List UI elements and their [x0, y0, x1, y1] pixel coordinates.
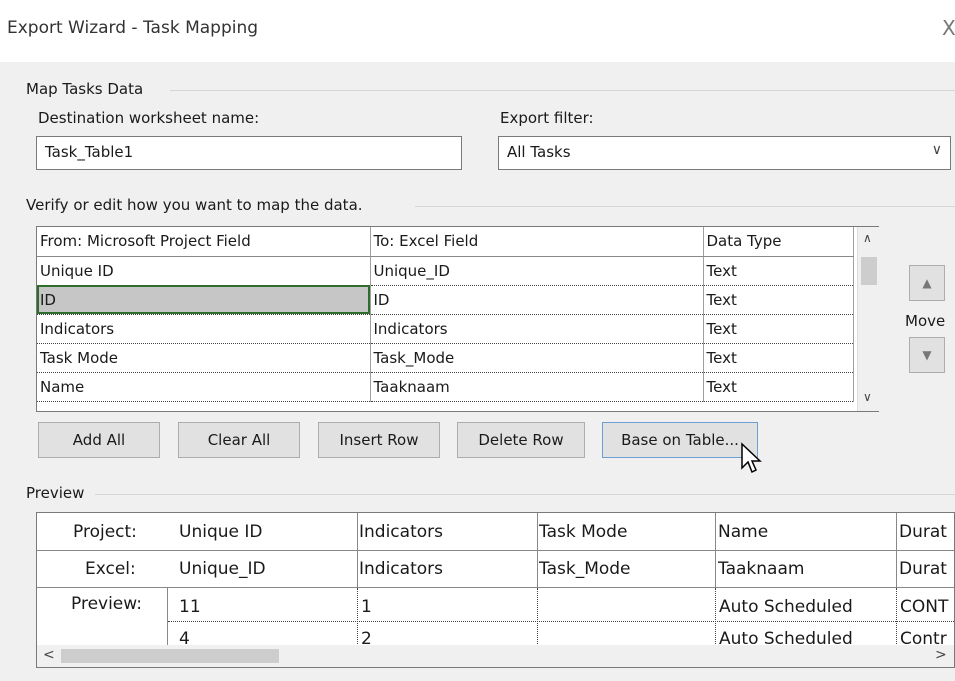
mapping-vertical-scrollbar[interactable]: ∧ ∨ — [857, 227, 880, 411]
preview-project-cell: Name — [718, 522, 769, 542]
preview-horizontal-scrollbar[interactable]: < > — [37, 645, 954, 667]
to-field-cell[interactable]: Task_Mode — [370, 343, 704, 373]
move-down-button[interactable]: ▼ — [909, 337, 945, 373]
window-title: Export Wizard - Task Mapping — [7, 18, 259, 38]
table-row[interactable]: Name Taaknaam Text — [37, 372, 854, 402]
preview-excel-cell: Unique_ID — [179, 559, 266, 579]
from-field-cell[interactable]: Indicators — [37, 314, 371, 344]
grid-line — [168, 621, 954, 622]
to-field-cell[interactable]: Indicators — [370, 314, 704, 344]
preview-excel-cell: Durat — [899, 559, 947, 579]
group-divider — [415, 206, 955, 207]
insert-row-button[interactable]: Insert Row — [318, 422, 440, 458]
data-type-cell[interactable]: Text — [703, 343, 854, 373]
close-icon[interactable]: X — [942, 16, 955, 40]
from-field-cell[interactable]: Name — [37, 372, 371, 402]
to-field-cell[interactable]: Taaknaam — [370, 372, 704, 402]
to-field-cell[interactable]: Unique_ID — [370, 256, 704, 286]
clear-all-button[interactable]: Clear All — [178, 422, 300, 458]
preview-data-cell: 1 — [361, 597, 372, 617]
mouse-pointer-icon — [741, 442, 762, 474]
from-field-cell[interactable]: Task Mode — [37, 343, 371, 373]
destination-label: Destination worksheet name: — [38, 109, 260, 127]
to-field-cell[interactable]: ID — [370, 285, 704, 315]
preview-project-cell: Unique ID — [179, 522, 263, 542]
table-row[interactable]: Unique ID Unique_ID Text — [37, 256, 854, 286]
group-divider — [95, 494, 955, 495]
scroll-down-icon[interactable]: ∨ — [863, 390, 872, 404]
add-all-button[interactable]: Add All — [38, 422, 160, 458]
chevron-down-icon: ∨ — [931, 142, 942, 158]
delete-row-button[interactable]: Delete Row — [457, 422, 585, 458]
excel-row-label: Excel: — [85, 559, 136, 579]
preview-excel-cell: Indicators — [359, 559, 443, 579]
table-row[interactable]: ID ID Text — [37, 285, 854, 315]
scroll-up-icon[interactable]: ∧ — [863, 231, 872, 245]
preview-data-cell: 11 — [179, 597, 201, 617]
map-tasks-group-label: Map Tasks Data — [26, 80, 144, 98]
export-filter-value: All Tasks — [507, 143, 571, 161]
from-field-cell-selected[interactable]: ID — [37, 285, 371, 315]
header-to-field[interactable]: To: Excel Field — [370, 227, 704, 257]
move-up-button[interactable]: ▲ — [909, 265, 945, 301]
mapping-header-row: From: Microsoft Project Field To: Excel … — [37, 227, 854, 257]
data-type-cell[interactable]: Text — [703, 256, 854, 286]
preview-data-cell: Auto Scheduled — [719, 597, 853, 617]
mapping-grid[interactable]: From: Microsoft Project Field To: Excel … — [36, 226, 880, 412]
triangle-down-icon: ▼ — [922, 348, 932, 362]
destination-worksheet-input[interactable]: Task_Table1 — [36, 136, 462, 170]
group-divider — [170, 90, 955, 91]
preview-group-label: Preview — [26, 484, 85, 502]
table-row[interactable]: Task Mode Task_Mode Text — [37, 343, 854, 373]
export-filter-label: Export filter: — [500, 109, 594, 127]
verify-label: Verify or edit how you want to map the d… — [26, 196, 363, 214]
data-type-cell[interactable]: Text — [703, 372, 854, 402]
scroll-thumb[interactable] — [861, 257, 877, 285]
preview-project-cell: Durat — [899, 522, 947, 542]
from-field-cell[interactable]: Unique ID — [37, 256, 371, 286]
grid-line — [37, 550, 954, 551]
table-row[interactable]: Indicators Indicators Text — [37, 314, 854, 344]
data-type-cell[interactable]: Text — [703, 314, 854, 344]
preview-project-cell: Indicators — [359, 522, 443, 542]
move-label: Move — [905, 312, 946, 330]
preview-data-cell: CONT — [900, 597, 949, 617]
data-type-cell[interactable]: Text — [703, 285, 854, 315]
triangle-up-icon: ▲ — [922, 276, 932, 290]
scroll-left-icon[interactable]: < — [43, 647, 55, 663]
preview-project-cell: Task Mode — [539, 522, 628, 542]
header-data-type[interactable]: Data Type — [703, 227, 854, 257]
scroll-thumb[interactable] — [61, 649, 279, 663]
preview-excel-cell: Task_Mode — [539, 559, 631, 579]
header-from-field[interactable]: From: Microsoft Project Field — [37, 227, 371, 257]
base-on-table-button[interactable]: Base on Table... — [602, 422, 758, 458]
preview-row-label: Preview: — [71, 594, 142, 614]
project-row-label: Project: — [73, 522, 137, 542]
export-filter-select[interactable]: All Tasks ∨ — [498, 136, 951, 170]
preview-excel-cell: Taaknaam — [718, 559, 805, 579]
grid-line — [37, 587, 954, 588]
scroll-right-icon[interactable]: > — [935, 647, 947, 663]
preview-grid[interactable]: Project: Excel: Preview: Unique ID Indic… — [36, 512, 955, 668]
